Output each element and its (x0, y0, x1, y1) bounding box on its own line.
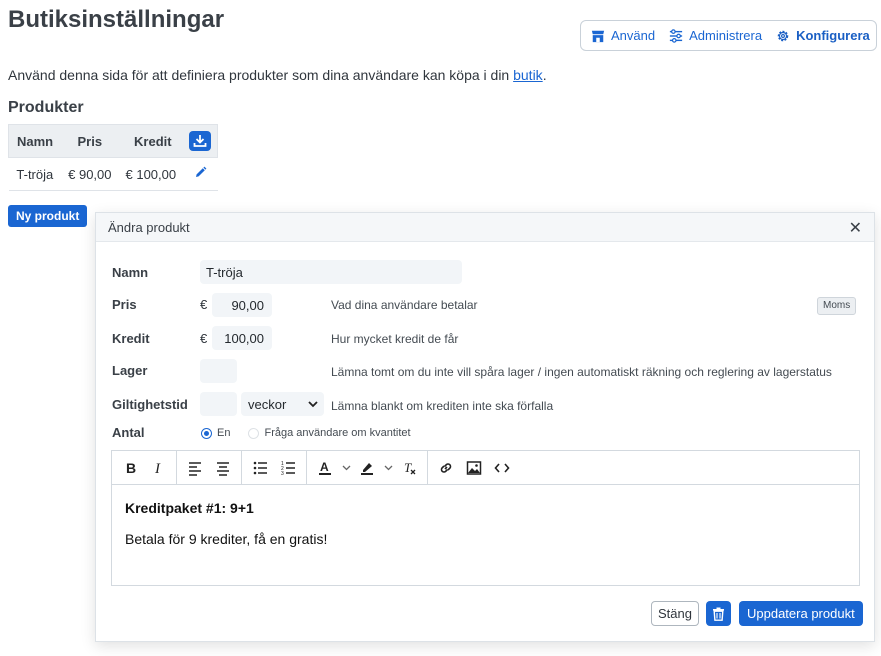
svg-text:3: 3 (281, 471, 284, 476)
nav-configure[interactable]: Konfigurera (776, 28, 870, 43)
description-editor: B I 123 A T Kreditpaket #1: 9+1 Betala f… (111, 450, 860, 586)
align-center-icon[interactable] (211, 456, 235, 480)
col-actions (183, 124, 219, 158)
col-price: Pris (61, 124, 119, 158)
validity-label: Giltighetstid (112, 397, 188, 412)
products-title: Produkter (8, 99, 84, 116)
close-icon[interactable]: ✕ (849, 218, 862, 238)
close-button[interactable]: Stäng (651, 601, 699, 626)
svg-text:I: I (154, 461, 161, 476)
text-color-icon[interactable]: A (313, 456, 337, 480)
col-credit: Kredit (118, 124, 184, 158)
chevron-down-icon[interactable] (341, 465, 351, 471)
clear-format-icon[interactable]: T (397, 456, 421, 480)
editor-paragraph: Betala för 9 krediter, få en gratis! (125, 531, 328, 547)
table-row: T-tröja € 90,00 € 100,00 (8, 157, 218, 191)
dialog-title: Ändra produkt (108, 220, 190, 235)
stock-label: Lager (112, 363, 148, 378)
editor-toolbar: B I 123 A T (112, 451, 859, 485)
page-title: Butiksinställningar (8, 6, 225, 33)
svg-text:B: B (126, 460, 136, 476)
store-icon (591, 30, 605, 42)
quantity-label: Antal (112, 425, 145, 440)
italic-icon[interactable]: I (146, 456, 170, 480)
credit-help: Hur mycket kredit de får (331, 332, 459, 346)
credit-currency: € (200, 331, 208, 346)
highlight-icon[interactable] (355, 456, 379, 480)
nav-use[interactable]: Använd (591, 28, 655, 43)
validity-input[interactable] (200, 392, 237, 416)
quantity-radio-ask[interactable] (248, 427, 260, 439)
delete-button[interactable] (706, 601, 731, 626)
price-input[interactable] (212, 293, 272, 317)
chevron-down-icon (308, 400, 318, 407)
validity-unit-select[interactable]: veckor (241, 392, 324, 416)
nav-administer[interactable]: Administrera (669, 28, 762, 43)
credit-label: Kredit (112, 331, 150, 346)
price-currency: € (200, 297, 208, 312)
editor-heading: Kreditpaket #1: 9+1 (125, 500, 254, 516)
bold-icon[interactable]: B (118, 456, 142, 480)
intro-text: Använd denna sida för att definiera prod… (8, 67, 547, 83)
download-button[interactable] (189, 131, 212, 151)
credit-input[interactable] (212, 326, 272, 350)
products-table: Namn Pris Kredit T-tröja € 90,00 € 100,0… (8, 124, 219, 191)
update-product-button[interactable]: Uppdatera produkt (739, 601, 863, 626)
quantity-options: En Fråga användare om kvantitet (201, 427, 411, 439)
nav-administer-label: Administrera (689, 28, 763, 43)
edit-product-dialog: Ändra produkt ✕ Namn Pris € Vad dina anv… (95, 212, 875, 642)
trash-icon (713, 607, 724, 621)
stock-help: Lämna tomt om du inte vill spåra lager /… (331, 365, 832, 379)
image-icon[interactable] (462, 456, 486, 480)
quantity-option-ask-label: Fråga användare om kvantitet (264, 427, 411, 439)
name-label: Namn (112, 265, 149, 280)
edit-icon[interactable] (194, 166, 207, 179)
quantity-radio-one[interactable] (201, 427, 212, 439)
quantity-option-one-label: En (217, 427, 231, 439)
stock-input[interactable] (200, 359, 237, 383)
new-product-button[interactable]: Ny produkt (8, 205, 88, 227)
shop-link[interactable]: butik (513, 67, 543, 83)
cell-price: € 90,00 (61, 157, 119, 191)
col-name: Namn (8, 124, 62, 158)
dialog-header: Ändra produkt ✕ (96, 213, 874, 242)
name-input[interactable] (200, 260, 462, 284)
numbered-list-icon[interactable]: 123 (276, 456, 300, 480)
price-label: Pris (112, 297, 137, 312)
table-header-row: Namn Pris Kredit (8, 124, 219, 158)
validity-unit-value: veckor (248, 396, 287, 412)
vat-button[interactable]: Moms (817, 297, 857, 315)
price-help: Vad dina användare betalar (331, 298, 478, 312)
validity-help: Lämna blankt om krediten inte ska förfal… (331, 399, 554, 413)
cell-name: T-tröja (8, 157, 62, 191)
chevron-down-icon[interactable] (383, 465, 393, 471)
gear-icon (777, 30, 789, 41)
sliders-icon (669, 28, 683, 43)
code-icon[interactable] (490, 456, 514, 480)
align-left-icon[interactable] (183, 456, 207, 480)
nav-configure-label: Konfigurera (796, 28, 870, 43)
editor-content[interactable]: Kreditpaket #1: 9+1 Betala för 9 kredite… (112, 500, 859, 547)
link-icon[interactable] (434, 456, 458, 480)
download-icon (193, 135, 207, 147)
svg-text:A: A (320, 460, 329, 474)
view-switcher: Använd Administrera Konfigurera (580, 20, 877, 51)
svg-text:T: T (404, 460, 412, 475)
bullet-list-icon[interactable] (248, 456, 272, 480)
cell-credit: € 100,00 (118, 157, 184, 191)
nav-use-label: Använd (611, 28, 656, 43)
